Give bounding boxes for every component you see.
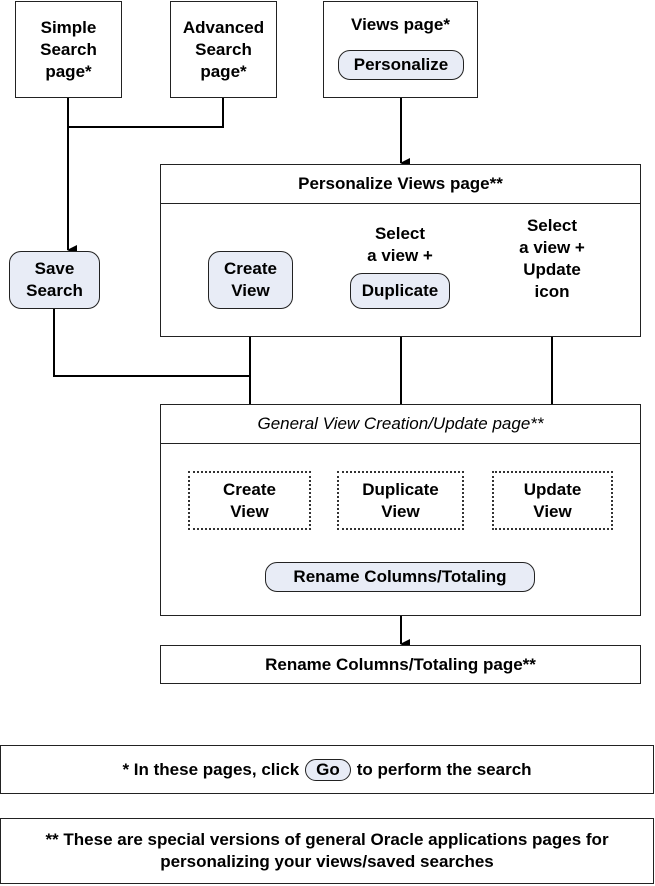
- rename-columns-page-box: Rename Columns/Totaling page**: [160, 645, 641, 684]
- select-view-text: Select a view +: [367, 224, 433, 265]
- note-go: * In these pages, click Go to perform th…: [0, 745, 654, 794]
- duplicate-view-section: Duplicate View: [337, 471, 464, 530]
- select-update-text: Select a view + Update icon: [519, 216, 585, 301]
- personalize-views-title: Personalize Views page**: [161, 165, 640, 204]
- save-search-button[interactable]: Save Search: [9, 251, 100, 309]
- create-view-section: Create View: [188, 471, 311, 530]
- personalize-button[interactable]: Personalize: [338, 50, 464, 80]
- simple-search-page-box: Simple Search page*: [15, 1, 122, 98]
- duplicate-button[interactable]: Duplicate: [350, 273, 450, 309]
- create-view-button[interactable]: Create View: [208, 251, 293, 309]
- general-view-title: General View Creation/Update page**: [161, 405, 640, 444]
- note-special-versions: ** These are special versions of general…: [0, 818, 654, 884]
- connector-advanced-join: [68, 97, 224, 128]
- advanced-search-page-box: Advanced Search page*: [170, 1, 277, 98]
- views-page-label: Views page*: [351, 15, 450, 34]
- note-go-before: * In these pages, click: [122, 759, 300, 779]
- note-go-after: to perform the search: [356, 759, 532, 779]
- rename-columns-button[interactable]: Rename Columns/Totaling: [265, 562, 535, 592]
- update-view-section: Update View: [492, 471, 613, 530]
- go-button[interactable]: Go: [305, 758, 351, 781]
